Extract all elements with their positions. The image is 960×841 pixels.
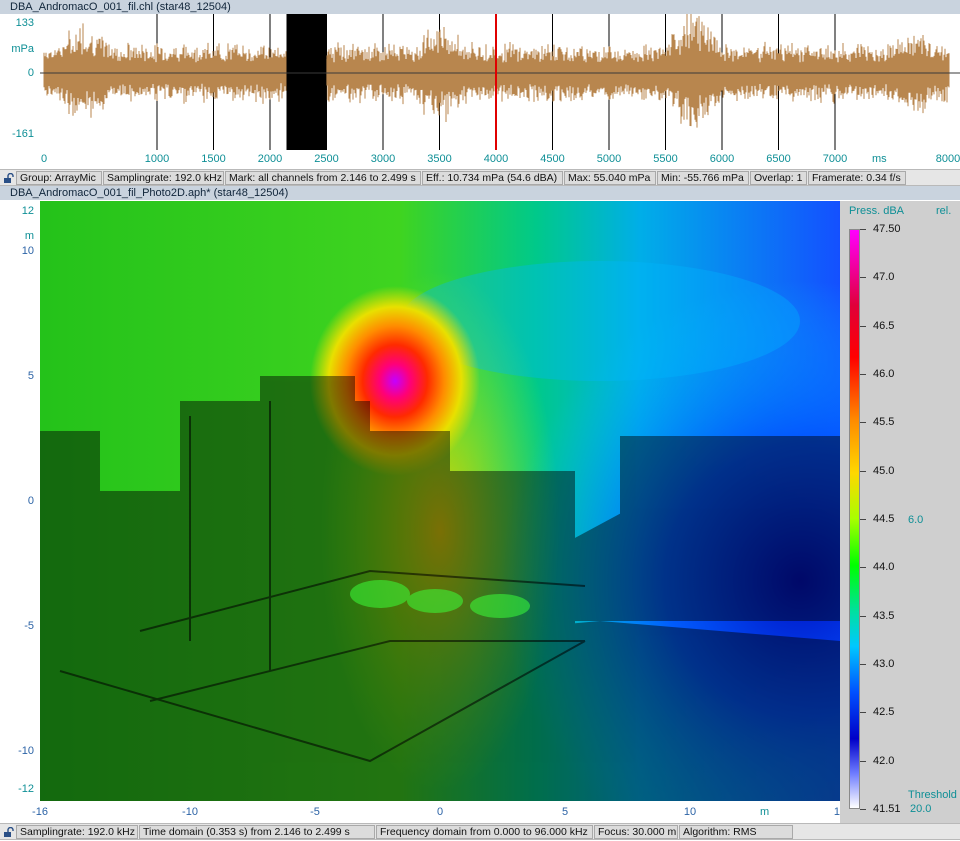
status-algorithm: Algorithm: RMS (679, 825, 793, 839)
status-group: Group: ArrayMic (16, 171, 102, 185)
padlock-open-icon[interactable] (3, 827, 14, 838)
waveform-x-tick: 2000 (257, 153, 283, 165)
map-x-tick: -10 (182, 806, 198, 818)
status-samplingrate: Samplingrate: 192.0 kHz (16, 825, 138, 839)
colorbar-tick (860, 229, 866, 230)
acoustic-map-window-title: DBA_AndromacO_001_fil_Photo2D.aph* (star… (0, 186, 960, 200)
map-x-tick: 10 (683, 806, 697, 818)
waveform-plot[interactable] (40, 14, 960, 150)
colorbar-tick (860, 422, 866, 424)
waveform-x-tick: 1000 (144, 153, 170, 165)
map-x-tick: -5 (310, 806, 320, 818)
map-y-unit: m (24, 230, 34, 242)
map-x-tick: 5 (561, 806, 569, 818)
colorbar-tick (860, 325, 866, 327)
colorbar-header-quantity: Press. dBA (849, 205, 905, 217)
waveform-status-bar: Group: ArrayMic Samplingrate: 192.0 kHz … (0, 169, 960, 186)
map-x-tick: -16 (32, 806, 48, 818)
waveform-x-tick: 7000 (822, 153, 848, 165)
colorbar-label: 45.0 (873, 464, 895, 477)
status-framerate: Framerate: 0.34 f/s (808, 171, 906, 185)
status-frequency-domain: Frequency domain from 0.000 to 96.000 kH… (376, 825, 593, 839)
colorbar-tick (860, 277, 866, 279)
waveform-x-tick: 0 (40, 153, 48, 165)
map-y-tick: 5 (27, 370, 34, 382)
time-mark-selection[interactable] (286, 14, 327, 150)
waveform-window-title: DBA_AndromacO_001_fil.chl (star48_12504) (0, 0, 960, 14)
waveform-x-tick: 3000 (370, 153, 396, 165)
colorbar-label: 43.5 (873, 609, 895, 622)
map-y-tick: -10 (18, 745, 34, 757)
waveform-y-max: 133 (15, 17, 34, 29)
threshold-label: Threshold (908, 789, 957, 801)
waveform-x-tick: 8000 (935, 153, 960, 165)
colorbar-label: 47.50 (873, 223, 901, 235)
waveform-y-zero: 0 (27, 67, 34, 79)
status-effective-value: Eff.: 10.734 mPa (54.6 dBA) (422, 171, 563, 185)
waveform-x-tick: 6000 (709, 153, 735, 165)
colorbar-label: 44.5 (873, 513, 895, 525)
colorbar-tick (860, 664, 866, 665)
colorbar-tick (860, 374, 866, 375)
colorbar-rel-value: 6.0 (908, 514, 924, 526)
colorbar-label: 42.0 (873, 754, 895, 767)
colorbar-tick (860, 567, 866, 569)
waveform-x-tick: 4500 (540, 153, 565, 165)
acoustic-photo-map[interactable] (40, 201, 840, 801)
waveform-x-tick: 5000 (596, 153, 622, 165)
colorbar-label: 42.5 (873, 706, 895, 719)
colorbar-tick (860, 615, 866, 617)
waveform-x-unit: ms (872, 153, 887, 165)
colorbar-tick (860, 470, 866, 472)
status-max: Max: 55.040 mPa (564, 171, 656, 185)
colorbar-label: 44.0 (873, 561, 895, 574)
threshold-value[interactable]: 20.0 (910, 803, 931, 815)
map-x-unit: m (760, 806, 770, 818)
colorbar-label: 46.0 (873, 368, 895, 380)
map-y-max: 12 (21, 205, 34, 217)
colorbar-tick (860, 760, 866, 762)
waveform-x-tick: 2500 (314, 153, 339, 165)
status-overlap: Overlap: 1 (750, 171, 807, 185)
waveform-x-tick: 5500 (653, 153, 678, 165)
colorbar-header-rel: rel. (936, 205, 952, 217)
waveform-x-tick: 3500 (427, 153, 452, 165)
map-x-tick: 0 (436, 806, 444, 818)
status-time-domain: Time domain (0.353 s) from 2.146 to 2.49… (139, 825, 375, 839)
map-y-min: -12 (18, 783, 34, 795)
colorbar-label: 45.5 (873, 416, 895, 429)
status-samplingrate: Samplingrate: 192.0 kHz (103, 171, 224, 185)
colorbar-tick (860, 519, 866, 520)
status-min: Min: -55.766 mPa (657, 171, 749, 185)
colorbar-label: 46.5 (873, 319, 895, 332)
waveform-x-tick: 6500 (766, 153, 791, 165)
padlock-open-icon[interactable] (3, 173, 14, 184)
waveform-y-min: -161 (11, 128, 34, 140)
colorbar-label: 43.0 (873, 658, 895, 670)
map-status-bar: Samplingrate: 192.0 kHz Time domain (0.3… (0, 823, 960, 840)
colorbar-label: 41.51 (873, 803, 901, 815)
map-y-tick: 0 (27, 495, 34, 507)
color-scale-bar[interactable] (849, 229, 860, 809)
colorbar-tick (860, 712, 866, 714)
colorbar-label: 47.0 (873, 271, 895, 284)
waveform-x-tick: 1500 (201, 153, 226, 165)
waveform-y-unit: mPa (11, 43, 34, 55)
colorbar-tick (860, 809, 866, 810)
map-y-tick: -5 (24, 620, 34, 632)
map-y-tick: 10 (21, 245, 34, 257)
waveform-x-tick: 4000 (483, 153, 509, 165)
status-mark: Mark: all channels from 2.146 to 2.499 s (225, 171, 421, 185)
status-focus: Focus: 30.000 m (594, 825, 678, 839)
